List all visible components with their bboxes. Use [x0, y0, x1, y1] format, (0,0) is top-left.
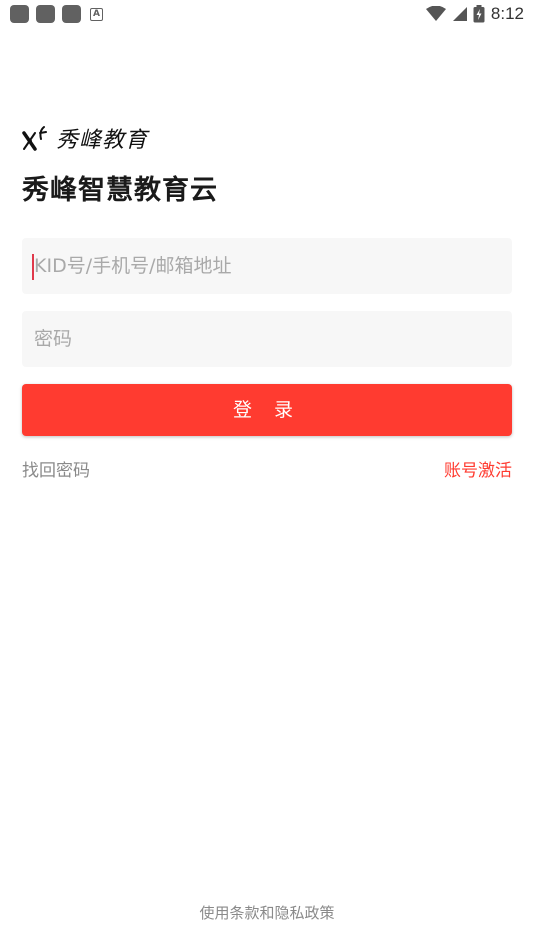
- account-input[interactable]: [22, 238, 512, 294]
- password-field[interactable]: [22, 311, 512, 367]
- login-button[interactable]: 登 录: [22, 384, 512, 436]
- status-bar-left-icons: A: [10, 5, 103, 23]
- status-bar: A 8:12: [0, 0, 534, 28]
- app-title: 秀峰智慧教育云: [22, 175, 218, 206]
- forgot-password-link[interactable]: 找回密码: [22, 456, 90, 481]
- password-input[interactable]: [22, 311, 512, 367]
- keyboard-a-icon: A: [90, 7, 103, 21]
- brand-logo-text: 秀峰教育: [56, 128, 149, 153]
- status-bar-right: 8:12: [425, 4, 524, 24]
- account-field[interactable]: [22, 238, 512, 294]
- terms-privacy-link[interactable]: 使用条款和隐私政策: [0, 902, 534, 923]
- notification-icon: [36, 5, 55, 23]
- cell-signal-icon: [452, 7, 467, 21]
- notification-icon: [62, 5, 81, 23]
- brand-logo: 秀峰教育: [22, 122, 148, 154]
- text-cursor: [32, 254, 34, 280]
- battery-icon: [473, 5, 485, 23]
- xf-logo-icon: [22, 126, 47, 151]
- wifi-icon: [425, 6, 446, 21]
- activate-account-link[interactable]: 账号激活: [444, 456, 512, 481]
- status-time: 8:12: [490, 4, 524, 23]
- notification-icon: [10, 5, 29, 23]
